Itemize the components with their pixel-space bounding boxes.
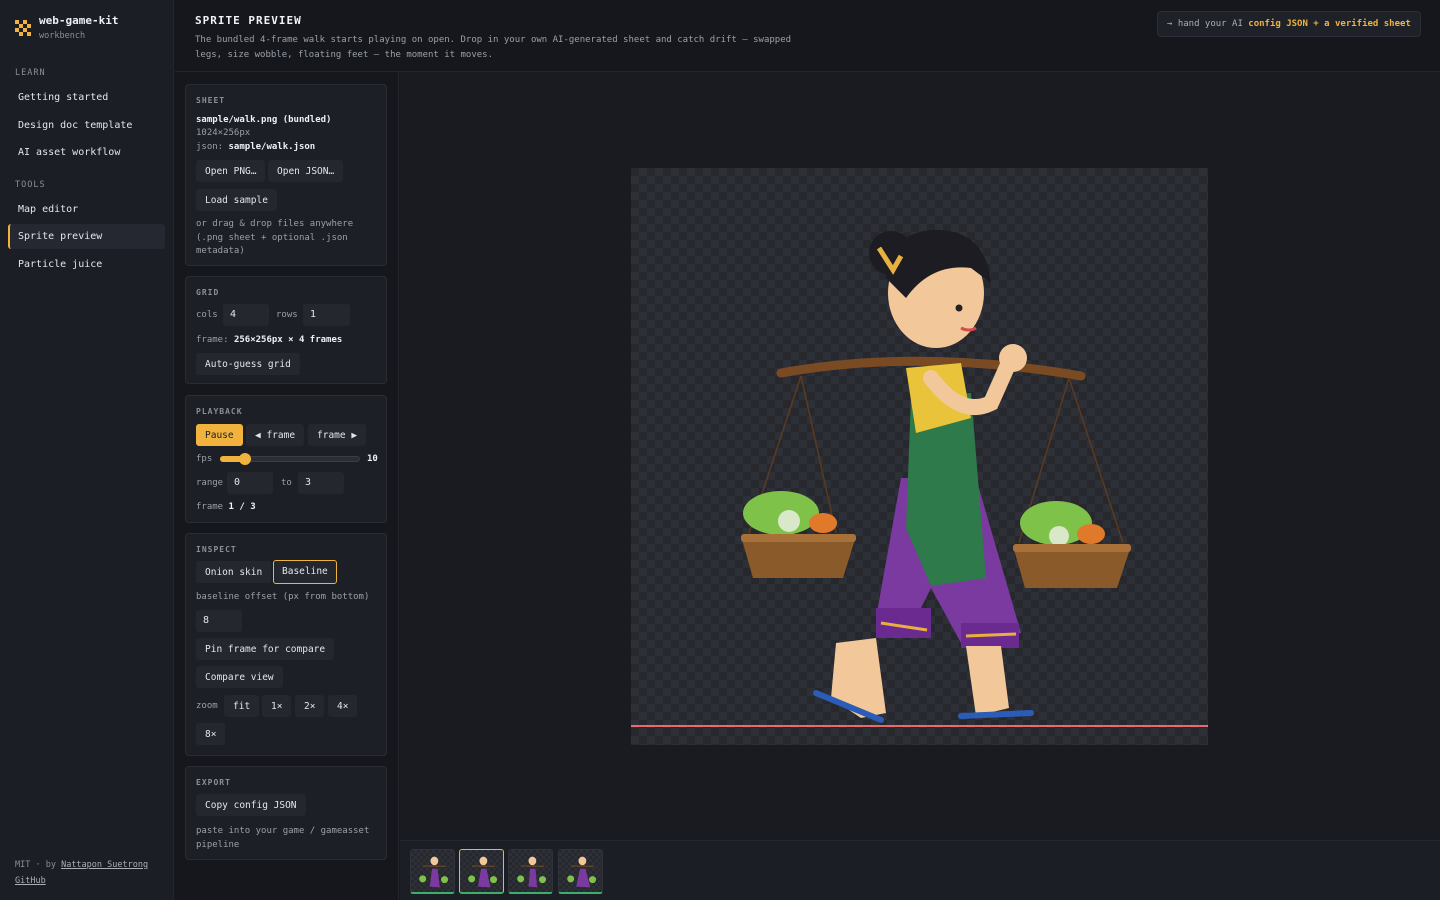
pin-frame-button[interactable]: Pin frame for compare — [196, 638, 335, 660]
current-frame-value: 1 / 3 — [228, 502, 256, 512]
sidebar-item-getting-started[interactable]: Getting started — [8, 85, 165, 110]
current-frame-label: frame — [196, 502, 224, 512]
zoom-4x-button[interactable]: 4× — [328, 695, 358, 717]
hint-strong: config JSON + a verified sheet — [1248, 19, 1411, 29]
frame-thumb-1[interactable] — [459, 849, 504, 894]
sheet-size: 1024×256px — [196, 128, 251, 138]
baseline-toggle-button[interactable]: Baseline — [273, 560, 337, 584]
frame-size-value: 256×256px × 4 frames — [233, 335, 343, 345]
sheet-json-line: json: sample/walk.json — [196, 142, 315, 152]
sheet-file-name: sample/walk.png (bundled) — [196, 115, 332, 125]
onion-skin-button[interactable]: Onion skin — [196, 561, 272, 583]
playback-card: PLAYBACK Pause ◀ frame frame ▶ fps 10 ra… — [185, 395, 387, 523]
brand-subtitle: workbench — [39, 31, 86, 41]
baseline-offset-label: baseline offset (px from bottom) — [196, 592, 370, 602]
playback-card-title: PLAYBACK — [196, 407, 243, 416]
sprite-walker-figure — [741, 229, 1131, 723]
sidebar-item-ai-asset-workflow[interactable]: AI asset workflow — [8, 140, 165, 165]
range-from-input[interactable]: 0 — [227, 472, 273, 494]
section-label-tools: TOOLS — [15, 180, 46, 190]
range-to-input[interactable]: 3 — [298, 472, 344, 494]
preview-stage — [400, 72, 1440, 840]
sprite-canvas[interactable] — [631, 168, 1208, 745]
baseline-offset-input[interactable]: 8 — [196, 610, 242, 632]
open-json-button[interactable]: Open JSON… — [268, 160, 344, 182]
zoom-2x-button[interactable]: 2× — [295, 695, 325, 717]
frame-size-label: frame: — [196, 335, 229, 345]
zoom-label: zoom — [196, 701, 218, 711]
sheet-card-title: SHEET — [196, 96, 226, 105]
pause-button[interactable]: Pause — [196, 424, 243, 446]
frame-thumb-figure — [419, 856, 449, 888]
next-frame-button[interactable]: frame ▶ — [308, 424, 367, 446]
sheet-card: SHEET sample/walk.png (bundled) 1024×256… — [185, 84, 387, 266]
control-panel: SHEET sample/walk.png (bundled) 1024×256… — [175, 72, 399, 900]
hint-prefix: → hand your AI — [1167, 19, 1243, 29]
frame-thumb-2[interactable] — [508, 849, 553, 894]
zoom-8x-button[interactable]: 8× — [196, 723, 226, 745]
frame-thumb-figure — [567, 856, 597, 888]
drop-hint: or drag & drop files anywhere (.png shee… — [196, 219, 354, 256]
cols-input[interactable]: 4 — [223, 304, 269, 326]
load-sample-button[interactable]: Load sample — [196, 189, 277, 211]
export-card-title: EXPORT — [196, 778, 231, 787]
license-text: MIT · by — [15, 860, 56, 870]
sidebar: web-game-kit workbench LEARN Getting sta… — [0, 0, 174, 900]
zoom-1x-button[interactable]: 1× — [262, 695, 292, 717]
page-header: SPRITE PREVIEW The bundled 4-frame walk … — [175, 0, 1440, 72]
copy-config-json-button[interactable]: Copy config JSON — [196, 794, 306, 816]
frame-thumb-3[interactable] — [558, 849, 603, 894]
fps-slider-thumb[interactable] — [239, 453, 252, 465]
sidebar-item-sprite-preview[interactable]: Sprite preview — [8, 224, 165, 249]
rows-label: rows — [276, 310, 298, 320]
frame-thumb-figure — [517, 856, 547, 888]
brand-title: web-game-kit — [39, 14, 119, 27]
frame-thumb-figure — [468, 856, 498, 888]
fps-label: fps — [196, 454, 213, 464]
author-link[interactable]: Nattapon Suetrong — [61, 860, 148, 870]
frame-strip — [400, 840, 1440, 900]
current-frame-line: frame 1 / 3 — [196, 502, 256, 512]
github-link[interactable]: GitHub — [15, 876, 46, 886]
zoom-fit-button[interactable]: fit — [224, 695, 260, 717]
checker-logo-icon — [15, 20, 31, 36]
ai-hint-badge: → hand your AI config JSON + a verified … — [1157, 11, 1421, 37]
rows-input[interactable]: 1 — [303, 304, 350, 326]
page-description: The bundled 4-frame walk starts playing … — [195, 35, 792, 60]
auto-guess-grid-button[interactable]: Auto-guess grid — [196, 353, 300, 375]
cols-label: cols — [196, 310, 218, 320]
export-card: EXPORT Copy config JSON paste into your … — [185, 766, 387, 860]
sidebar-item-map-editor[interactable]: Map editor — [8, 197, 165, 222]
json-label: json: — [196, 142, 224, 152]
frame-thumb-0[interactable] — [410, 849, 455, 894]
range-label: range — [196, 478, 224, 488]
open-png-button[interactable]: Open PNG… — [196, 160, 266, 182]
sidebar-footer: MIT · by Nattapon Suetrong GitHub — [15, 857, 148, 889]
grid-card-title: GRID — [196, 288, 220, 297]
section-label-learn: LEARN — [15, 68, 46, 78]
json-file-name: sample/walk.json — [228, 142, 316, 152]
sidebar-item-particle-juice[interactable]: Particle juice — [8, 252, 165, 277]
page-title: SPRITE PREVIEW — [195, 14, 302, 27]
compare-view-button[interactable]: Compare view — [196, 666, 283, 688]
inspect-card-title: INSPECT — [196, 545, 237, 554]
frame-size-line: frame: 256×256px × 4 frames — [196, 335, 342, 345]
sidebar-item-design-doc[interactable]: Design doc template — [8, 113, 165, 138]
baseline-line — [631, 725, 1208, 727]
export-hint: paste into your game / gameasset pipelin… — [196, 826, 370, 850]
grid-card: GRID cols 4 rows 1 frame: 256×256px × 4 … — [185, 276, 387, 384]
range-to-label: to — [281, 478, 292, 488]
brand[interactable]: web-game-kit workbench — [15, 14, 118, 41]
inspect-card: INSPECT Onion skin Baseline baseline off… — [185, 533, 387, 756]
prev-frame-button[interactable]: ◀ frame — [246, 424, 305, 446]
fps-slider[interactable] — [220, 453, 360, 465]
fps-value: 10 — [367, 454, 378, 464]
